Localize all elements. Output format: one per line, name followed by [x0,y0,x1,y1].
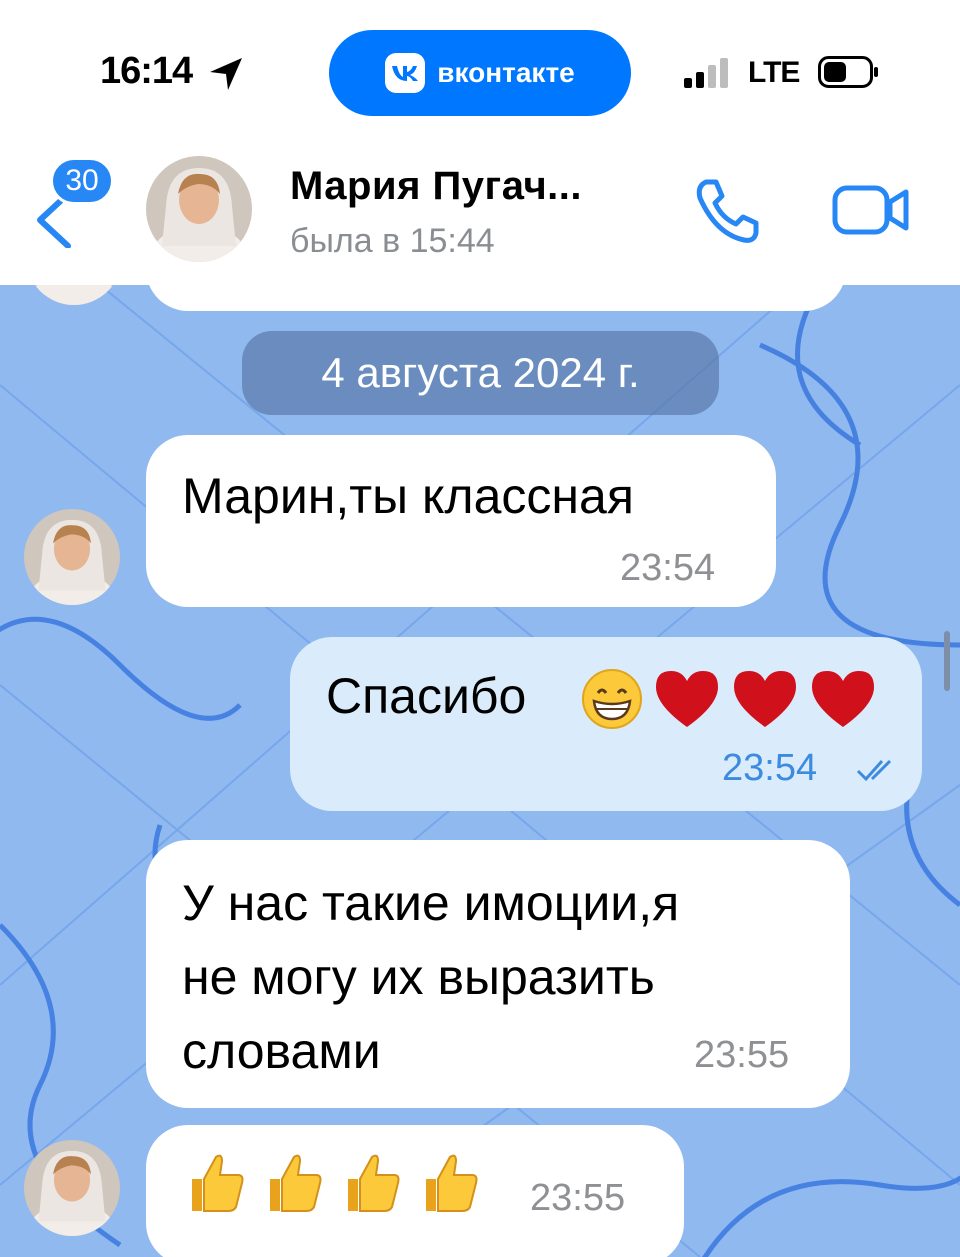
thumbs-up-icon [426,1154,478,1212]
message-text-line: не могу их выразить [182,949,655,1005]
message-text: Спасибо [326,668,527,724]
phone-icon[interactable] [692,176,762,246]
thumbs-up-icon [192,1154,244,1212]
app-pill-label: вконтакте [437,57,575,88]
portrait-image [24,509,120,605]
battery-icon [818,56,878,88]
previous-message-bubble[interactable] [146,285,846,311]
signal-bars-icon [684,58,728,88]
red-heart-icon [734,671,796,727]
message-text-line: словами [182,1023,381,1079]
thumbs-up-emojis [184,1149,482,1215]
message-emojis [580,667,878,731]
message-bubble-incoming[interactable]: Марин,ты классная 23:54 [146,435,776,607]
return-to-app-pill[interactable]: вконтакте [329,30,631,116]
thumbs-up-icon [270,1154,322,1212]
clock: 16:14 [100,50,193,92]
sender-avatar[interactable] [24,509,120,605]
message-time: 23:54 [722,747,818,789]
scrollbar[interactable] [944,631,950,691]
network-type: LTE [748,56,800,89]
thumbs-up-icon [348,1154,400,1212]
sender-avatar[interactable] [24,1140,120,1236]
unread-badge: 30 [50,157,114,205]
message-bubble-incoming[interactable]: 23:55 [146,1125,684,1257]
read-checkmarks-icon [856,759,892,782]
vk-logo-icon [385,53,426,93]
message-time: 23:55 [530,1177,626,1219]
red-heart-icon [656,671,718,727]
contact-avatar[interactable] [146,156,252,262]
status-bar: 16:14 вконтакте LTE [0,0,960,130]
video-camera-icon[interactable] [832,182,912,238]
contact-name[interactable]: Мария Пугач... [290,164,582,209]
last-seen-status: была в 15:44 [290,222,495,260]
portrait-image [24,1140,120,1236]
portrait-image [146,156,252,262]
date-separator: 4 августа 2024 г. [242,331,719,415]
grinning-face-icon [582,669,642,729]
chat-header: 30 Мария Пугач... была в 15:44 [0,130,960,285]
location-arrow-icon [210,58,242,90]
vk-letters-icon [392,66,419,81]
message-text-line: У нас такие имоции,я [182,875,680,931]
message-list[interactable]: 4 августа 2024 г. Марин,ты классная 23:5… [0,285,960,1257]
message-bubble-outgoing[interactable]: Спасибо 23:54 [290,637,922,811]
message-text: Марин,ты классная [182,468,634,524]
message-time: 23:55 [694,1034,790,1076]
red-heart-icon [812,671,874,727]
message-bubble-incoming[interactable]: У нас такие имоции,я не могу их выразить… [146,840,850,1108]
message-time: 23:54 [620,547,716,589]
